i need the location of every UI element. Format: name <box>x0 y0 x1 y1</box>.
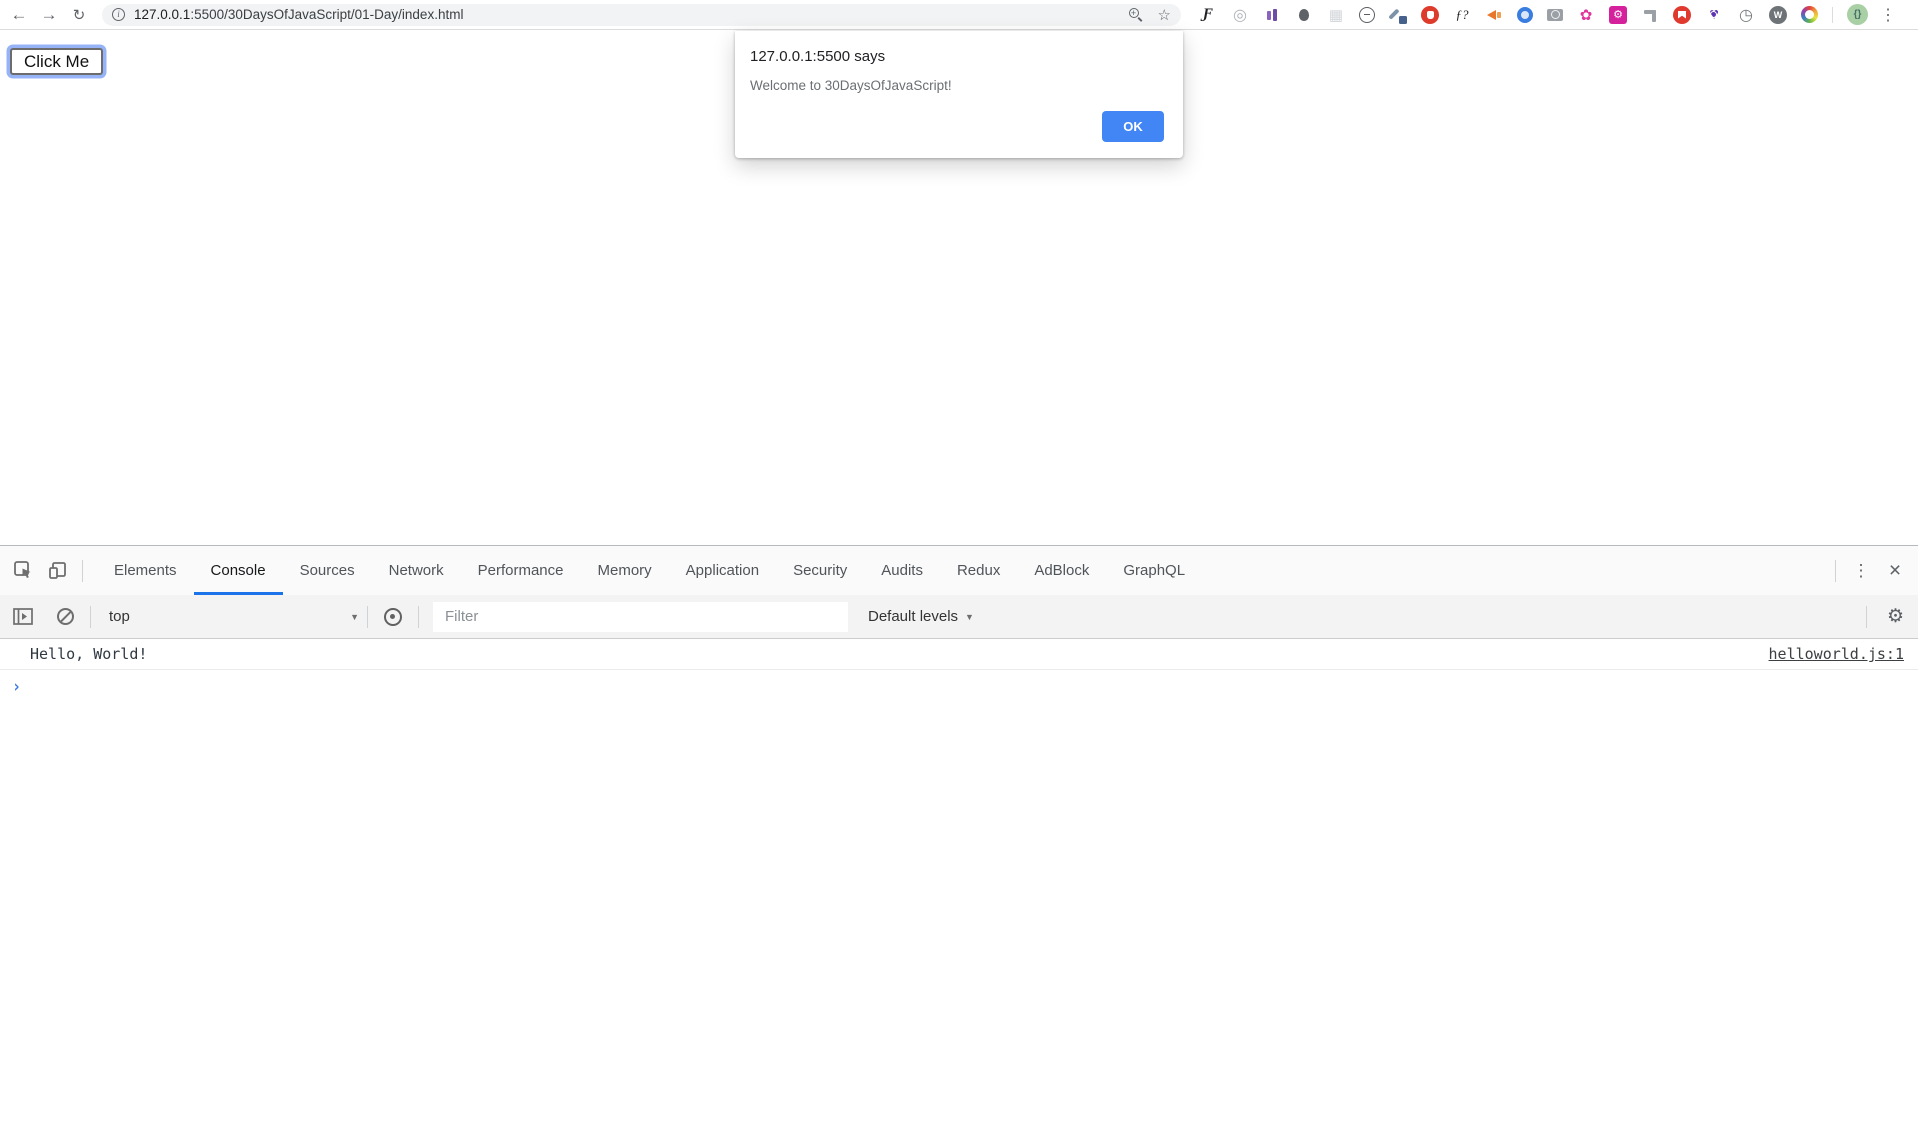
alert-ok-button[interactable]: OK <box>1102 111 1164 142</box>
alert-message: Welcome to 30DaysOfJavaScript! <box>735 65 1183 93</box>
toolbar-divider <box>1832 7 1833 23</box>
json-braces-extension-icon[interactable]: {} <box>1847 4 1868 25</box>
console-prompt-row[interactable]: › <box>0 670 1918 701</box>
console-sidebar-toggle-icon[interactable] <box>6 600 40 634</box>
camera-extension-icon[interactable] <box>1547 9 1563 21</box>
log-levels-caret-icon: ▼ <box>965 612 974 622</box>
tab-adblock[interactable]: AdBlock <box>1017 546 1106 595</box>
browser-menu-icon[interactable]: ⋮ <box>1880 5 1896 25</box>
bug-extension-icon[interactable] <box>1295 6 1313 24</box>
red-bookmark-extension-icon[interactable] <box>1673 6 1691 24</box>
console-source-link[interactable]: helloworld.js:1 <box>1769 645 1904 663</box>
tabbar-separator <box>82 560 83 582</box>
inspect-element-svg <box>13 560 34 581</box>
grid-extension-icon[interactable]: ▦ <box>1327 6 1345 24</box>
console-toolbar-separator-1 <box>90 606 91 628</box>
console-toolbar: top ▼ Default levels ▼ ⚙ <box>0 595 1918 639</box>
target-extension-icon[interactable]: ◎ <box>1231 6 1249 24</box>
click-me-button[interactable]: Click Me <box>10 48 103 75</box>
tab-graphql[interactable]: GraphQL <box>1106 546 1202 595</box>
console-filter-input[interactable] <box>433 602 848 632</box>
purple-heart-extension-icon[interactable]: ♥ <box>1705 6 1723 24</box>
javascript-context-select[interactable]: top ▼ <box>109 608 359 625</box>
log-levels-value: Default levels <box>868 608 958 625</box>
zoom-icon[interactable]: + <box>1128 7 1144 23</box>
context-caret-icon: ▼ <box>350 612 359 622</box>
log-levels-select[interactable]: Default levels ▼ <box>868 608 974 625</box>
tab-elements[interactable]: Elements <box>97 546 194 595</box>
tab-application[interactable]: Application <box>669 546 776 595</box>
tab-audits[interactable]: Audits <box>864 546 940 595</box>
bookmark-star-icon[interactable]: ☆ <box>1158 6 1171 24</box>
tab-console[interactable]: Console <box>194 546 283 595</box>
live-expression-eye-icon[interactable] <box>376 600 410 634</box>
clear-console-glyph <box>57 608 74 625</box>
zoom-lens: + <box>1129 8 1139 18</box>
console-prompt-icon: › <box>12 675 21 696</box>
fx-question-extension-icon[interactable]: ƒ? <box>1453 6 1471 24</box>
tabbar-right-separator <box>1835 560 1836 582</box>
address-bar[interactable]: i 127.0.0.1:5500/30DaysOfJavaScript/01-D… <box>102 4 1181 26</box>
forward-icon[interactable]: → <box>34 1 64 29</box>
pipe-elbow-extension-icon[interactable] <box>1641 6 1659 24</box>
pink-gear-extension-icon[interactable]: ⚙ <box>1609 6 1627 24</box>
devtools-more-icon[interactable]: ⋮ <box>1844 554 1878 588</box>
console-toolbar-separator-4 <box>1866 606 1867 628</box>
tab-network[interactable]: Network <box>372 546 461 595</box>
device-toolbar-icon[interactable] <box>40 554 74 588</box>
console-log-row: Hello, World! helloworld.js:1 <box>0 639 1918 670</box>
reload-icon[interactable]: ↻ <box>64 1 94 29</box>
console-log-text: Hello, World! <box>30 645 147 663</box>
tab-security[interactable]: Security <box>776 546 864 595</box>
console-toolbar-separator-3 <box>418 606 419 628</box>
red-hand-extension-icon[interactable] <box>1421 6 1439 24</box>
alert-title: 127.0.0.1:5500 says <box>735 31 1183 65</box>
tab-redux[interactable]: Redux <box>940 546 1017 595</box>
script-f-extension-icon[interactable]: Ƒ <box>1199 6 1217 24</box>
back-icon[interactable]: ← <box>4 1 34 29</box>
eyedropper-extension-icon[interactable] <box>1389 6 1407 24</box>
url-text[interactable]: 127.0.0.1:5500/30DaysOfJavaScript/01-Day… <box>134 7 1128 22</box>
devtools-tabs: Elements Console Sources Network Perform… <box>97 546 1202 595</box>
site-info-icon[interactable]: i <box>112 8 125 21</box>
eye-glyph <box>384 608 402 626</box>
url-host: 127.0.0.1 <box>134 7 190 22</box>
clear-console-icon[interactable] <box>48 600 82 634</box>
browser-toolbar: ← → ↻ i 127.0.0.1:5500/30DaysOfJavaScrip… <box>0 0 1918 30</box>
console-settings-gear-icon[interactable]: ⚙ <box>1887 605 1904 628</box>
device-toolbar-svg <box>47 560 68 581</box>
devtools-tabbar: Elements Console Sources Network Perform… <box>0 546 1918 595</box>
context-selected-value: top <box>109 608 130 625</box>
rainbow-ring-extension-icon[interactable] <box>1801 6 1818 23</box>
parens-extension-icon[interactable] <box>1359 7 1375 23</box>
inspect-element-icon[interactable] <box>6 554 40 588</box>
w-circle-extension-icon[interactable]: W <box>1769 6 1787 24</box>
purple-bars-extension-icon[interactable] <box>1263 6 1281 24</box>
console-toolbar-separator-2 <box>367 606 368 628</box>
url-path: :5500/30DaysOfJavaScript/01-Day/index.ht… <box>190 7 463 22</box>
alert-dialog: 127.0.0.1:5500 says Welcome to 30DaysOfJ… <box>735 31 1183 158</box>
extensions-row: Ƒ ◎ ▦ ƒ? ✿ ⚙ ♥ ◷ W {} <box>1199 4 1868 25</box>
blue-ring-extension-icon[interactable] <box>1517 7 1533 23</box>
clock-extension-icon[interactable]: ◷ <box>1737 6 1755 24</box>
tab-memory[interactable]: Memory <box>581 546 669 595</box>
megaphone-extension-icon[interactable] <box>1485 6 1503 24</box>
tab-sources[interactable]: Sources <box>283 546 372 595</box>
console-messages-area: Hello, World! helloworld.js:1 › <box>0 639 1918 701</box>
tab-performance[interactable]: Performance <box>461 546 581 595</box>
devtools-panel: Elements Console Sources Network Perform… <box>0 545 1918 1146</box>
pink-flower-extension-icon[interactable]: ✿ <box>1577 6 1595 24</box>
devtools-close-icon[interactable]: × <box>1878 554 1912 588</box>
console-sidebar-svg <box>13 608 33 625</box>
zoom-handle <box>1138 17 1143 22</box>
